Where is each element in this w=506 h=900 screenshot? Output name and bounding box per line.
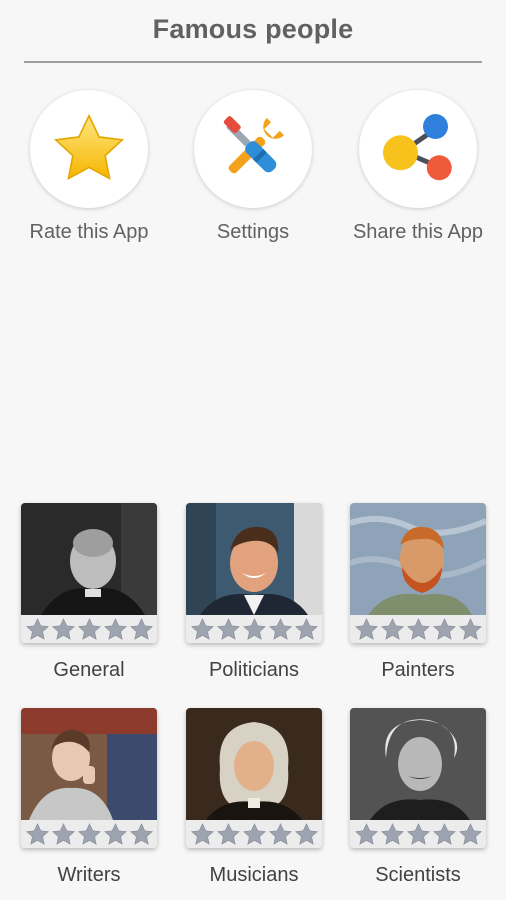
star-rating — [21, 615, 157, 643]
category-card[interactable] — [350, 503, 486, 643]
category-label: Scientists — [375, 864, 461, 886]
category-politicians[interactable]: Politicians — [186, 503, 322, 681]
page-title: Famous people — [152, 14, 354, 44]
star-icon — [268, 617, 293, 642]
settings-button[interactable]: Settings — [178, 90, 328, 244]
star-icon — [103, 822, 128, 847]
star-icon — [294, 617, 319, 642]
star-icon — [406, 617, 431, 642]
portrait-image — [186, 503, 322, 615]
share-icon — [383, 114, 452, 181]
star-icon — [77, 822, 102, 847]
star-icon — [190, 617, 215, 642]
star-rating — [186, 820, 322, 848]
category-musicians[interactable]: Musicians — [186, 708, 322, 886]
star-icon — [354, 617, 379, 642]
portrait-image — [186, 708, 322, 820]
header-divider — [24, 61, 482, 63]
tools-icon — [223, 116, 285, 174]
category-card[interactable] — [186, 708, 322, 848]
star-icon — [380, 822, 405, 847]
category-label: Painters — [381, 659, 455, 681]
rate-app-button[interactable]: Rate this App — [14, 90, 164, 244]
star-rating — [350, 615, 486, 643]
star-icon — [354, 822, 379, 847]
star-icon — [51, 822, 76, 847]
category-card[interactable] — [21, 503, 157, 643]
portrait-image — [350, 503, 486, 615]
star-icon — [190, 822, 215, 847]
share-app-circle[interactable] — [359, 90, 477, 208]
star-icon — [103, 617, 128, 642]
star-icon — [129, 617, 154, 642]
category-scientists[interactable]: Scientists — [350, 708, 486, 886]
category-label: Politicians — [208, 659, 300, 681]
portrait-image — [21, 708, 157, 820]
star-icon — [458, 822, 483, 847]
star-rating — [21, 820, 157, 848]
star-icon — [458, 617, 483, 642]
star-icon — [432, 617, 457, 642]
star-icon — [294, 822, 319, 847]
category-label: Writers — [57, 864, 121, 886]
star-icon — [216, 822, 241, 847]
rate-app-circle[interactable] — [30, 90, 148, 208]
star-icon — [380, 617, 405, 642]
star-icon — [242, 617, 267, 642]
category-general[interactable]: General — [21, 503, 157, 681]
star-icon — [268, 822, 293, 847]
rate-app-label: Rate this App — [29, 221, 149, 243]
category-card[interactable] — [21, 708, 157, 848]
settings-circle[interactable] — [194, 90, 312, 208]
app-header: Famous people — [0, 0, 506, 63]
star-icon — [242, 822, 267, 847]
portrait-image — [350, 708, 486, 820]
category-card[interactable] — [186, 503, 322, 643]
star-icon — [25, 822, 50, 847]
star-rating — [186, 615, 322, 643]
star-icon — [77, 617, 102, 642]
category-card[interactable] — [350, 708, 486, 848]
category-label: General — [53, 659, 125, 681]
share-app-label: Share this App — [352, 221, 484, 243]
star-icon — [53, 113, 125, 180]
settings-label: Settings — [216, 221, 290, 243]
star-icon — [432, 822, 457, 847]
portrait-image — [21, 503, 157, 615]
star-icon — [129, 822, 154, 847]
star-icon — [51, 617, 76, 642]
star-icon — [406, 822, 431, 847]
share-app-button[interactable]: Share this App — [343, 90, 493, 244]
star-rating — [350, 820, 486, 848]
star-icon — [25, 617, 50, 642]
category-writers[interactable]: Writers — [21, 708, 157, 886]
star-icon — [216, 617, 241, 642]
category-painters[interactable]: Painters — [350, 503, 486, 681]
category-label: Musicians — [209, 864, 299, 886]
